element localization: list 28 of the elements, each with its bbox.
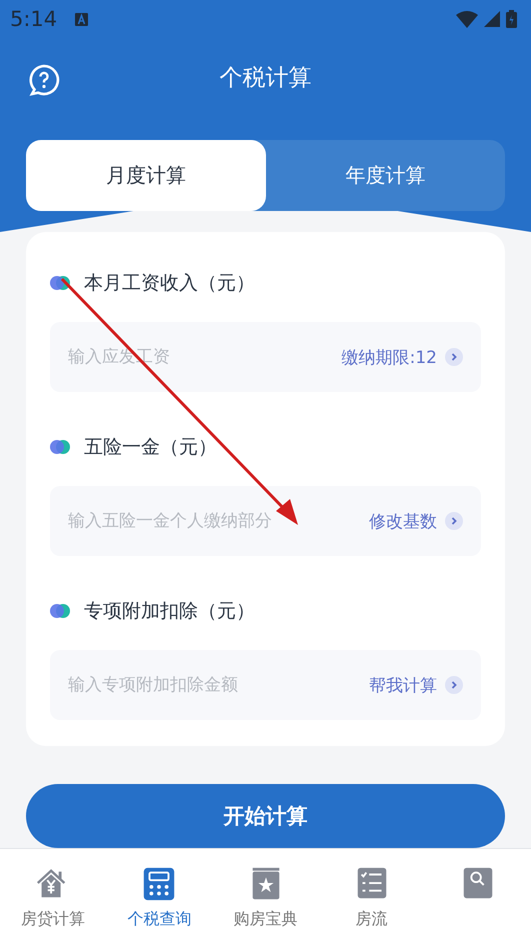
clock-time: 5:14 (10, 7, 58, 31)
bullet-icon (50, 276, 70, 290)
page-title: 个税计算 (220, 64, 312, 92)
input-field[interactable]: 输入五险一金个人缴纳部分 修改基数 (50, 486, 481, 556)
start-button[interactable]: 开始计算 (26, 784, 505, 848)
mode-tab[interactable]: 月度计算 (26, 140, 266, 211)
nav-tab[interactable]: 个税查询 (106, 849, 212, 945)
signal-icon (484, 11, 500, 27)
chevron-icon (445, 512, 463, 530)
mode-tab[interactable]: 年度计算 (266, 140, 505, 211)
field-action-link[interactable]: 帮我计算 (369, 674, 463, 696)
bullet-icon (50, 440, 70, 454)
field-label: 专项附加扣除（元） (84, 599, 255, 624)
field-action-link[interactable]: 修改基数 (369, 510, 463, 532)
bullet-icon (50, 604, 70, 618)
notification-icon (75, 12, 88, 26)
field-label: 五险一金（元） (84, 435, 217, 460)
battery-icon (506, 10, 517, 28)
nav-tab[interactable]: 房流 (318, 849, 425, 945)
chevron-icon (445, 676, 463, 694)
field-action-link[interactable]: 缴纳期限:12 (342, 346, 463, 368)
input-field[interactable]: 输入专项附加扣除金额 帮我计算 (50, 650, 481, 720)
nav-tab[interactable]: 房贷计算 (0, 849, 106, 945)
help-icon[interactable] (28, 64, 60, 96)
wifi-icon (456, 10, 478, 28)
field-label: 本月工资收入（元） (84, 271, 255, 296)
nav-tab[interactable]: 购房宝典 (212, 849, 319, 945)
chevron-icon (445, 348, 463, 366)
